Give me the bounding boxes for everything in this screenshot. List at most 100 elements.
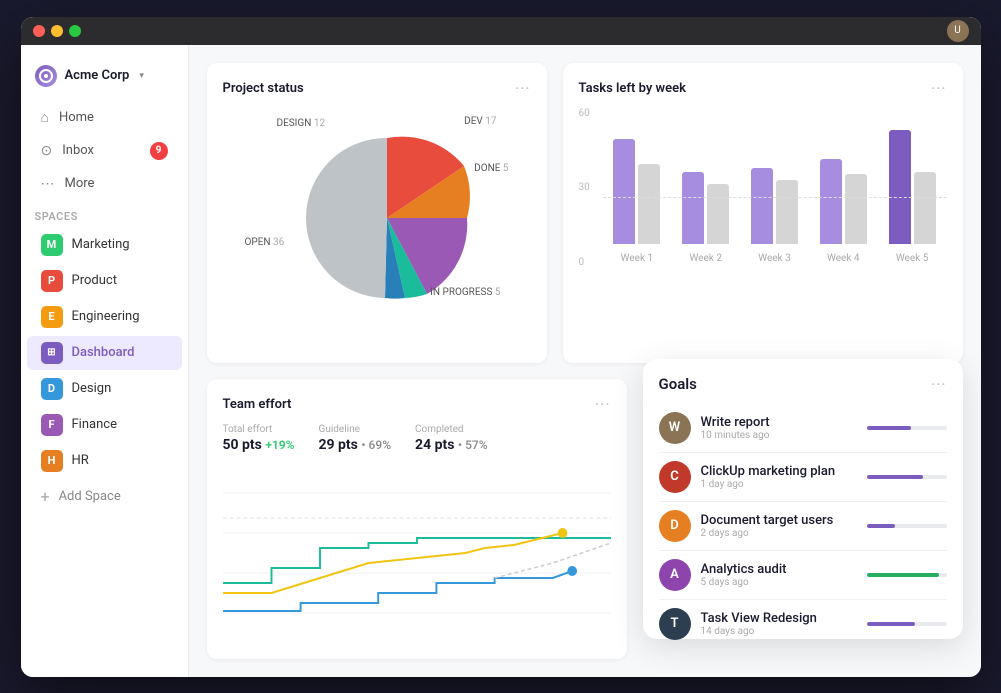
total-effort-value: 50 pts +19% xyxy=(223,437,295,453)
sidebar-item-label: Home xyxy=(59,110,94,125)
week3-label: Week 3 xyxy=(758,253,791,264)
sidebar-item-home[interactable]: ⌂ Home xyxy=(27,102,182,133)
goals-list: W Write report 10 minutes ago C ClickUp … xyxy=(659,404,947,648)
bar-chart: Week 1 Week 2 xyxy=(603,108,947,288)
project-status-header: Project status ··· xyxy=(223,79,531,98)
add-space-button[interactable]: + Add Space xyxy=(27,481,182,512)
goals-header: Goals ··· xyxy=(659,375,947,394)
user-avatar-title[interactable]: U xyxy=(947,20,969,42)
progress-bar-fill xyxy=(867,426,911,430)
brand-button[interactable]: Acme Corp ▾ xyxy=(21,57,188,101)
marketing-icon: M xyxy=(41,234,63,256)
pie-label-done: DONE 5 xyxy=(474,163,508,174)
sidebar-item-more[interactable]: ⋯ More xyxy=(27,169,182,199)
minimize-dot[interactable] xyxy=(51,25,63,37)
sidebar-item-engineering[interactable]: E Engineering xyxy=(27,300,182,334)
goal-time: 14 days ago xyxy=(701,626,857,637)
inbox-icon: ⊙ xyxy=(41,143,53,159)
goal-name: Task View Redesign xyxy=(701,611,857,626)
goal-info: Task View Redesign 14 days ago xyxy=(701,611,857,637)
goal-time: 10 minutes ago xyxy=(701,430,857,441)
pie-open xyxy=(305,137,386,297)
project-status-title: Project status xyxy=(223,81,304,96)
project-status-more[interactable]: ··· xyxy=(515,79,531,98)
goal-name: Write report xyxy=(701,415,857,430)
tasks-week-more[interactable]: ··· xyxy=(931,79,947,98)
week4-group: Week 4 xyxy=(820,159,867,264)
top-row: Project status ··· xyxy=(207,63,963,363)
sidebar-item-hr[interactable]: H HR xyxy=(27,444,182,478)
sidebar-item-finance[interactable]: F Finance xyxy=(27,408,182,442)
goals-card: Goals ··· W Write report 10 minutes ago … xyxy=(643,359,963,639)
tasks-week-header: Tasks left by week ··· xyxy=(579,79,947,98)
progress-bar-fill xyxy=(867,573,939,577)
sidebar-item-product[interactable]: P Product xyxy=(27,264,182,298)
team-effort-chart xyxy=(223,463,611,623)
goal-progress xyxy=(867,524,947,528)
space-label: Marketing xyxy=(72,237,130,252)
sidebar-item-label: More xyxy=(65,176,95,191)
progress-bar-fill xyxy=(867,524,895,528)
week3-bars xyxy=(751,168,798,244)
week3-bar1 xyxy=(751,168,773,244)
design-icon: D xyxy=(41,378,63,400)
engineering-icon: E xyxy=(41,306,63,328)
goals-more[interactable]: ··· xyxy=(931,375,947,394)
guideline-value: 29 pts • 69% xyxy=(319,437,392,453)
week2-bar1 xyxy=(682,172,704,244)
effort-stats: Total effort 50 pts +19% Guideline 29 pt… xyxy=(223,424,611,453)
sidebar-item-marketing[interactable]: M Marketing xyxy=(27,228,182,262)
maximize-dot[interactable] xyxy=(69,25,81,37)
sidebar-item-design[interactable]: D Design xyxy=(27,372,182,406)
team-effort-card: Team effort ··· Total effort 50 pts +19% xyxy=(207,379,627,659)
week3-group: Week 3 xyxy=(751,168,798,264)
more-icon: ⋯ xyxy=(41,176,55,192)
progress-bar-bg xyxy=(867,573,947,577)
progress-bar-bg xyxy=(867,426,947,430)
goal-avatar: D xyxy=(659,510,691,542)
goals-title: Goals xyxy=(659,375,697,393)
effort-stat-completed: Completed 24 pts • 57% xyxy=(415,424,488,453)
add-space-label: Add Space xyxy=(59,489,121,504)
progress-bar-bg xyxy=(867,524,947,528)
pie-label-dev: DEV 17 xyxy=(464,116,496,127)
goal-item: A Analytics audit 5 days ago xyxy=(659,551,947,600)
main-layout: Acme Corp ▾ ⌂ Home ⊙ Inbox 9 ⋯ More Spac… xyxy=(21,17,981,677)
chevron-down-icon: ▾ xyxy=(139,71,144,81)
goal-item: W Write report 10 minutes ago xyxy=(659,404,947,453)
completed-suffix: • 57% xyxy=(458,438,488,452)
pie-label-design: DESIGN 12 xyxy=(277,118,326,129)
pie-chart: DEV 17 DONE 5 IN PROGRESS 5 OPEN 36 DESI… xyxy=(237,108,517,328)
goal-progress xyxy=(867,573,947,577)
week5-bars xyxy=(889,130,936,244)
sidebar-item-dashboard[interactable]: ⊞ Dashboard xyxy=(27,336,182,370)
dashboard-icon: ⊞ xyxy=(41,342,63,364)
finance-icon: F xyxy=(41,414,63,436)
product-icon: P xyxy=(41,270,63,292)
space-label: Dashboard xyxy=(72,345,135,360)
guideline-label: Guideline xyxy=(319,424,392,435)
week4-bars xyxy=(820,159,867,244)
team-effort-more[interactable]: ··· xyxy=(595,395,611,414)
week5-bar1 xyxy=(889,130,911,244)
hr-icon: H xyxy=(41,450,63,472)
goal-item: C ClickUp marketing plan 1 day ago xyxy=(659,453,947,502)
progress-bar-bg xyxy=(867,475,947,479)
pie-label-inprogress: IN PROGRESS 5 xyxy=(430,287,500,298)
progress-bar-fill xyxy=(867,475,923,479)
goal-progress xyxy=(867,426,947,430)
close-dot[interactable] xyxy=(33,25,45,37)
goal-avatar: A xyxy=(659,559,691,591)
goal-time: 1 day ago xyxy=(701,479,857,490)
goal-info: Analytics audit 5 days ago xyxy=(701,562,857,588)
yellow-marker xyxy=(557,528,567,538)
completed-value: 24 pts • 57% xyxy=(415,437,488,453)
sidebar-item-inbox[interactable]: ⊙ Inbox 9 xyxy=(27,135,182,167)
goal-info: Document target users 2 days ago xyxy=(701,513,857,539)
goal-info: ClickUp marketing plan 1 day ago xyxy=(701,464,857,490)
goal-item: D Document target users 2 days ago xyxy=(659,502,947,551)
app-window: U Acme Corp ▾ ⌂ Home ⊙ Inbox 9 ⋯ xyxy=(21,17,981,677)
tasks-week-card: Tasks left by week ··· 60 30 0 xyxy=(563,63,963,363)
week1-bars xyxy=(613,139,660,244)
effort-stat-guideline: Guideline 29 pts • 69% xyxy=(319,424,392,453)
